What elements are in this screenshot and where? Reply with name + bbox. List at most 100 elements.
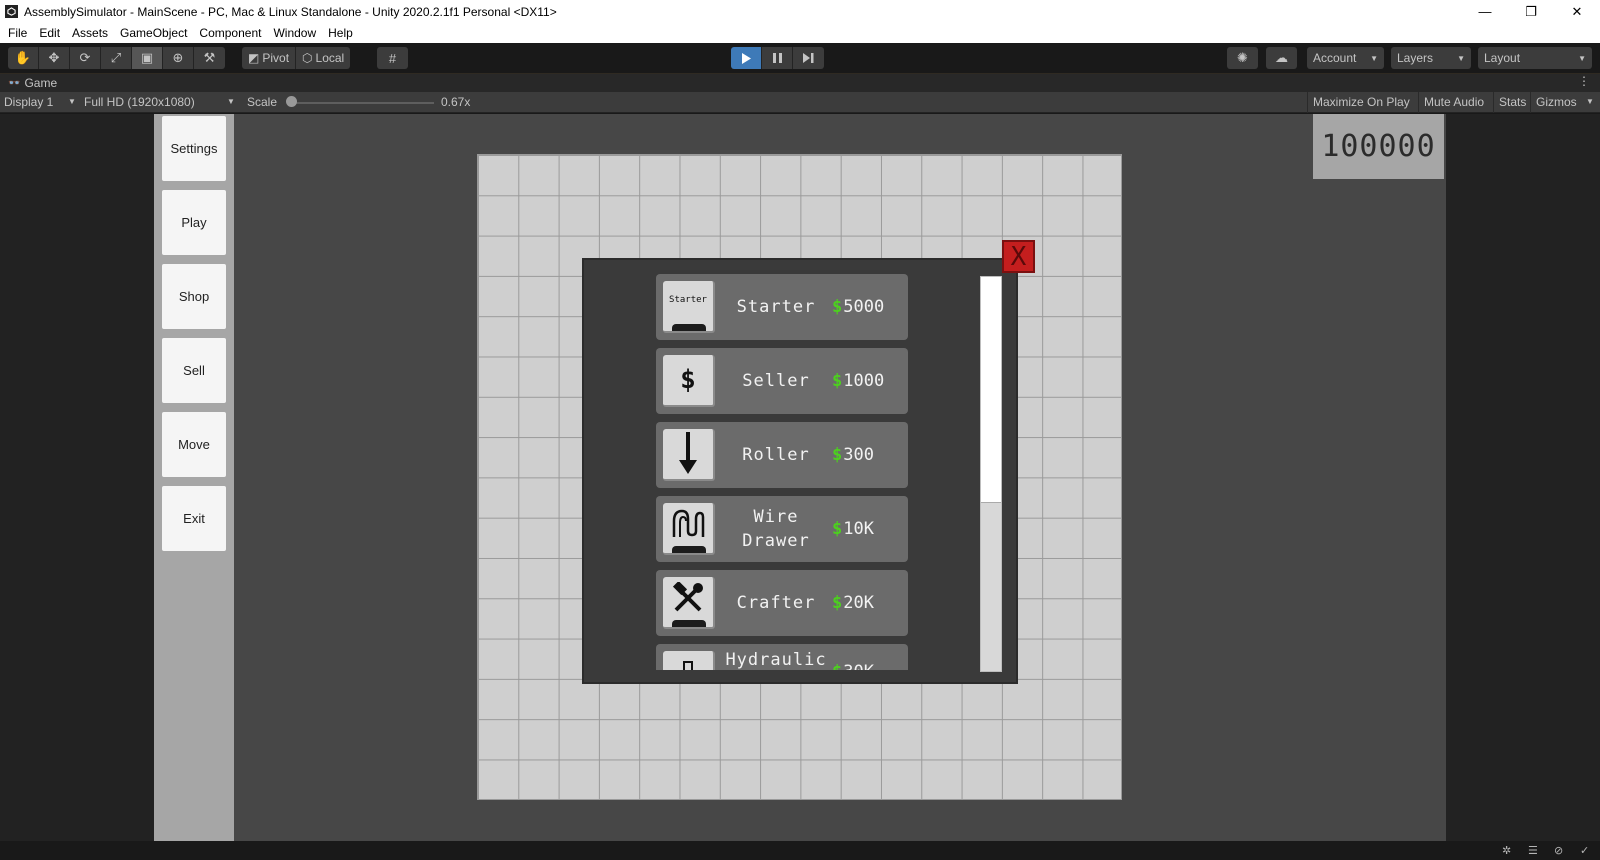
shop-item-hydraulic[interactable]: Hydraulic $30K [656,644,908,670]
item-price: $1000 [832,348,908,414]
menu-window[interactable]: Window [267,26,322,40]
pivot-icon: ◩ [248,51,260,65]
status-bar: ✲ ☰ ⊘ ✓ [0,841,1600,860]
transform-tools: ✋ ✥ ⟳ ⤢ ▣ ⊕ ⚒ [8,47,225,69]
item-price-value: 20K [843,593,874,613]
display-dropdown[interactable]: Display 1 [4,95,53,109]
cloud-icon[interactable]: ☁ [1266,47,1297,69]
press-icon [663,651,715,670]
arrow-down-icon [663,429,715,481]
menu-help[interactable]: Help [322,26,359,40]
item-price-value: 300 [843,445,874,465]
grid-snap-icon[interactable]: # [377,47,408,69]
game-tab[interactable]: 👓 Game ⋮ [0,73,1600,92]
item-price: $10K [832,496,908,562]
shop-panel: Starter Starter $5000 $ Seller $1000 Rol… [582,258,1018,684]
shop-scrollbar[interactable] [980,276,1002,672]
resolution-dropdown[interactable]: Full HD (1920x1080) [84,95,195,109]
shop-scrollbar-handle[interactable] [981,277,1001,503]
chevron-down-icon: ▼ [1578,53,1586,63]
item-price-value: 5000 [843,297,885,317]
gizmos-button[interactable]: Gizmos [1530,92,1582,113]
menu-file[interactable]: File [0,26,33,40]
maximize-on-play-button[interactable]: Maximize On Play [1307,92,1415,113]
unity-logo-icon [5,5,18,18]
item-name: Roller [742,445,810,465]
exit-button[interactable]: Exit [162,486,226,551]
money-counter: 100000 [1313,114,1444,179]
menu-edit[interactable]: Edit [33,26,66,40]
collab-icon[interactable]: ✺ [1227,47,1258,69]
window-title: AssemblySimulator - MainScene - PC, Mac … [24,4,557,19]
close-window-button[interactable]: ✕ [1554,0,1600,23]
network-icon[interactable]: ⊘ [1554,844,1568,857]
hand-tool-icon[interactable]: ✋ [8,47,39,69]
local-cube-icon: ⬡ [302,51,313,65]
shop-item-seller[interactable]: $ Seller $1000 [656,348,908,414]
minimize-button[interactable]: — [1462,0,1508,23]
menu-bar: File Edit Assets GameObject Component Wi… [0,23,1600,43]
more-options-icon[interactable]: ⋮ [1578,74,1590,88]
menu-assets[interactable]: Assets [66,26,114,40]
settings-button[interactable]: Settings [162,116,226,181]
shop-close-button[interactable]: X [1002,240,1035,273]
rect-tool-icon[interactable]: ▣ [132,47,163,69]
local-button[interactable]: ⬡ Local [296,47,351,69]
menu-component[interactable]: Component [193,26,267,40]
account-label: Account [1313,51,1357,65]
pause-icon[interactable] [762,47,793,69]
check-icon[interactable]: ✓ [1580,844,1594,857]
shop-item-wire-drawer[interactable]: Wire Drawer $10K [656,496,908,562]
shop-item-crafter[interactable]: Crafter $20K [656,570,908,636]
layout-dropdown[interactable]: Layout ▼ [1478,47,1592,69]
sell-button[interactable]: Sell [162,338,226,403]
item-price: $30K [832,662,908,670]
dollar-icon: $ [832,662,842,670]
item-price: $20K [832,570,908,636]
play-icon[interactable] [731,47,762,69]
database-icon[interactable]: ☰ [1528,844,1542,857]
transform-tool-icon[interactable]: ⊕ [163,47,194,69]
rotate-tool-icon[interactable]: ⟳ [70,47,101,69]
shop-button[interactable]: Shop [162,264,226,329]
window-title-bar: AssemblySimulator - MainScene - PC, Mac … [0,0,1600,23]
restore-button[interactable]: ❐ [1508,0,1554,23]
display-label: Display 1 [4,95,54,109]
stats-button[interactable]: Stats [1493,92,1531,113]
hammer-wrench-icon [663,577,715,629]
debug-icon[interactable]: ✲ [1502,844,1516,857]
shop-list[interactable]: Starter Starter $5000 $ Seller $1000 Rol… [656,274,910,670]
account-dropdown[interactable]: Account ▼ [1307,47,1384,69]
chevron-down-icon: ▼ [227,97,235,106]
play-button[interactable]: Play [162,190,226,255]
scale-slider-track[interactable] [292,102,434,104]
shop-item-starter[interactable]: Starter Starter $5000 [656,274,908,340]
shop-item-roller[interactable]: Roller $300 [656,422,908,488]
chevron-down-icon: ▼ [1586,97,1594,106]
dollar-icon: $ [832,297,843,317]
move-button[interactable]: Move [162,412,226,477]
step-icon[interactable] [793,47,824,69]
layers-label: Layers [1397,51,1434,65]
mute-audio-button[interactable]: Mute Audio [1418,92,1489,113]
dollar-icon: $ [832,445,843,465]
layers-dropdown[interactable]: Layers ▼ [1391,47,1471,69]
item-name: Starter [736,297,816,317]
menu-gameobject[interactable]: GameObject [114,26,193,40]
game-view-toolbar: Display 1 ▼ Full HD (1920x1080) ▼ Scale … [0,92,1600,113]
scale-tool-icon[interactable]: ⤢ [101,47,132,69]
chevron-down-icon: ▼ [68,97,76,106]
starter-thumb-label: Starter [669,295,707,305]
dollar-icon: $ [832,519,843,539]
unity-toolbar: ✋ ✥ ⟳ ⤢ ▣ ⊕ ⚒ ◩ Pivot ⬡ Local # ✺ ☁ Acco… [0,43,1600,73]
dollar-icon: $ [663,355,715,407]
move-tool-icon[interactable]: ✥ [39,47,70,69]
item-name: Seller [742,371,810,391]
scale-slider-knob[interactable] [286,96,297,107]
starter-icon: Starter [663,281,715,333]
item-name: Hydraulic [725,650,827,670]
resolution-label: Full HD (1920x1080) [84,95,195,109]
local-label: Local [315,51,345,65]
pivot-button[interactable]: ◩ Pivot [242,47,297,69]
custom-tool-icon[interactable]: ⚒ [194,47,225,69]
